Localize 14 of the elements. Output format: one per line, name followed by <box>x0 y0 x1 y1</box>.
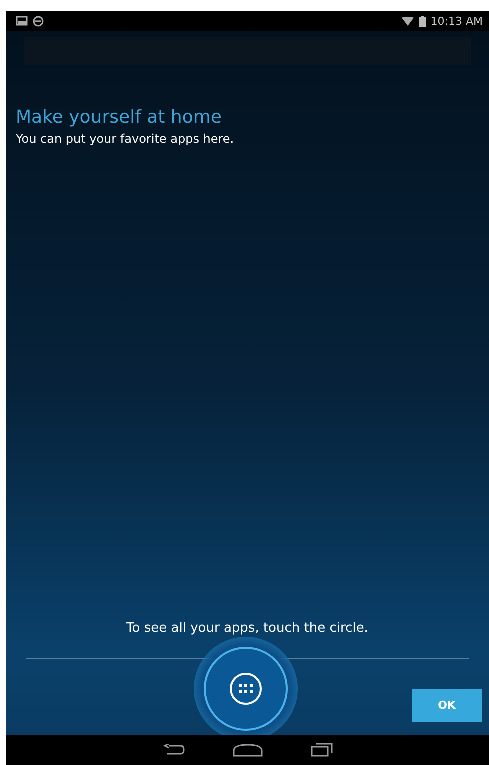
picture-icon <box>16 16 28 26</box>
apps-grid-icon <box>229 672 263 706</box>
home-icon[interactable] <box>232 743 262 757</box>
no-entry-icon <box>33 16 44 26</box>
hint-text: To see all your apps, touch the circle. <box>126 621 370 636</box>
wifi-icon <box>402 16 414 26</box>
recent-apps-icon[interactable] <box>310 743 332 757</box>
ok-button[interactable]: OK <box>412 689 482 722</box>
clock-text: 10:13 AM <box>430 14 483 28</box>
all-apps-button[interactable] <box>204 647 288 731</box>
battery-icon <box>418 16 426 26</box>
back-icon[interactable] <box>162 744 184 756</box>
intro-title: Make yourself at home <box>16 107 223 128</box>
intro-subtitle: You can put your favorite apps here. <box>16 132 236 146</box>
